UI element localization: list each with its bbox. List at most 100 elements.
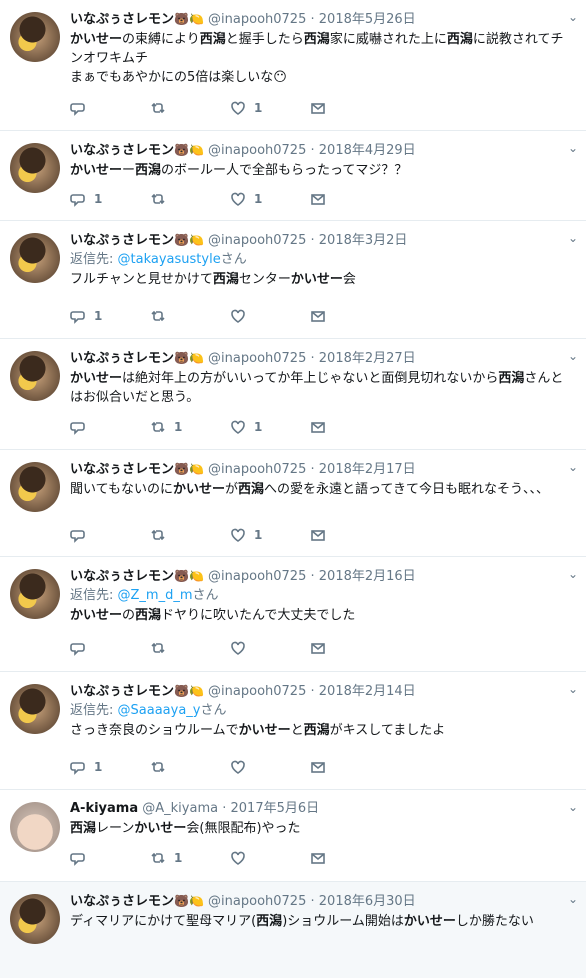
dm-button[interactable]: [310, 419, 390, 435]
display-name[interactable]: いなぷぅさレモン: [70, 894, 174, 909]
user-handle[interactable]: @A_kiyama: [142, 801, 218, 816]
tweet[interactable]: ⌄ いなぷぅさレモン🐻🍋 @inapooh0725 · 2018年2月27日 かいせ…: [0, 339, 586, 450]
user-handle[interactable]: @inapooh0725: [208, 351, 306, 366]
display-name[interactable]: いなぷぅさレモン: [70, 684, 174, 699]
tweet[interactable]: ⌄ いなぷぅさレモン🐻🍋 @inapooh0725 · 2018年2月16日 返信先…: [0, 557, 586, 672]
user-handle[interactable]: @inapooh0725: [208, 233, 306, 248]
user-handle[interactable]: @inapooh0725: [208, 143, 306, 158]
retweet-button[interactable]: [150, 759, 230, 775]
envelope-icon: [310, 527, 334, 543]
tweet-date[interactable]: 2018年5月26日: [319, 12, 416, 27]
retweet-button[interactable]: 1: [150, 419, 230, 435]
retweet-button[interactable]: [150, 640, 230, 656]
reply-button[interactable]: [70, 640, 150, 656]
tweet[interactable]: ⌄ いなぷぅさレモン🐻🍋 @inapooh0725 · 2018年2月14日 返信先…: [0, 672, 586, 790]
dm-button[interactable]: [310, 850, 390, 866]
tweet-date[interactable]: 2018年2月17日: [319, 462, 416, 477]
retweet-icon: [150, 640, 174, 656]
reply-icon: [70, 100, 94, 116]
reply-count: 1: [94, 309, 103, 323]
tweet-date[interactable]: 2018年3月2日: [319, 233, 408, 248]
reply-icon: [70, 640, 94, 656]
dm-button[interactable]: [310, 640, 390, 656]
tweet-date[interactable]: 2017年5月6日: [231, 801, 320, 816]
like-button[interactable]: [230, 308, 310, 324]
display-name[interactable]: いなぷぅさレモン: [70, 462, 174, 477]
reply-button[interactable]: 1: [70, 759, 150, 775]
tweet-header: A-kiyama @A_kiyama · 2017年5月6日: [70, 800, 576, 818]
reply-button[interactable]: [70, 100, 150, 116]
dm-button[interactable]: [310, 100, 390, 116]
highlighted-keyword: 西潟: [238, 482, 265, 497]
dm-button[interactable]: [310, 308, 390, 324]
avatar[interactable]: [10, 462, 60, 512]
display-name[interactable]: いなぷぅさレモン: [70, 569, 174, 584]
reply-to-label: 返信先:: [70, 588, 118, 603]
like-button[interactable]: [230, 640, 310, 656]
like-button[interactable]: [230, 850, 310, 866]
user-handle[interactable]: @inapooh0725: [208, 462, 306, 477]
dm-button[interactable]: [310, 527, 390, 543]
avatar[interactable]: [10, 802, 60, 852]
avatar[interactable]: [10, 894, 60, 944]
tweet-content: いなぷぅさレモン🐻🍋 @inapooh0725 · 2018年2月14日 返信先:…: [70, 682, 576, 740]
tweet-date[interactable]: 2018年4月29日: [319, 143, 416, 158]
like-button[interactable]: 1: [230, 527, 310, 543]
avatar[interactable]: [10, 233, 60, 283]
user-handle[interactable]: @inapooh0725: [208, 684, 306, 699]
tweet-actions: 1: [70, 849, 390, 867]
retweet-button[interactable]: 1: [150, 850, 230, 866]
retweet-button[interactable]: [150, 527, 230, 543]
tweet[interactable]: ⌄ いなぷぅさレモン🐻🍋 @inapooh0725 · 2018年3月2日 返信先:…: [0, 221, 586, 339]
name-emoji: 🐻🍋: [174, 12, 204, 26]
retweet-button[interactable]: [150, 308, 230, 324]
reply-to-user-link[interactable]: @Saaaaya_y: [118, 703, 201, 718]
tweet-text: フルチャンと見せかけて西潟センターかいせー会: [70, 270, 576, 289]
tweet-date[interactable]: 2018年2月16日: [319, 569, 416, 584]
tweet-text: かいせーは絶対年上の方がいいってか年上じゃないと面倒見切れないから西潟さんとはお…: [70, 369, 576, 407]
heart-icon: [230, 759, 254, 775]
like-button[interactable]: 1: [230, 100, 310, 116]
tweet[interactable]: ⌄ A-kiyama @A_kiyama · 2017年5月6日 西潟レーンかいせー…: [0, 790, 586, 882]
like-button[interactable]: [230, 759, 310, 775]
reply-button[interactable]: [70, 419, 150, 435]
tweet-date[interactable]: 2018年2月14日: [319, 684, 416, 699]
like-button[interactable]: 1: [230, 191, 310, 207]
reply-to-user-link[interactable]: @takayasustyle: [118, 252, 221, 267]
text-segment: がキスしてましたよ: [329, 723, 446, 738]
tweet[interactable]: ⌄ いなぷぅさレモン🐻🍋 @inapooh0725 · 2018年4月29日 かいせ…: [0, 131, 586, 221]
retweet-button[interactable]: [150, 100, 230, 116]
user-handle[interactable]: @inapooh0725: [208, 894, 306, 909]
tweet-date[interactable]: 2018年2月27日: [319, 351, 416, 366]
tweet[interactable]: ⌄ いなぷぅさレモン🐻🍋 @inapooh0725 · 2018年2月17日 聞いて…: [0, 450, 586, 557]
dm-button[interactable]: [310, 191, 390, 207]
reply-button[interactable]: 1: [70, 308, 150, 324]
display-name[interactable]: いなぷぅさレモン: [70, 143, 174, 158]
reply-button[interactable]: [70, 850, 150, 866]
avatar[interactable]: [10, 351, 60, 401]
display-name[interactable]: いなぷぅさレモン: [70, 12, 174, 27]
text-segment: の束縛により: [122, 32, 200, 47]
tweet-date[interactable]: 2018年6月30日: [319, 894, 416, 909]
display-name[interactable]: A-kiyama: [70, 801, 138, 816]
display-name[interactable]: いなぷぅさレモン: [70, 233, 174, 248]
reply-to-user-link[interactable]: @Z_m_d_m: [118, 588, 193, 603]
avatar[interactable]: [10, 143, 60, 193]
reply-button[interactable]: [70, 527, 150, 543]
user-handle[interactable]: @inapooh0725: [208, 569, 306, 584]
reply-button[interactable]: 1: [70, 191, 150, 207]
separator-dot: ·: [310, 351, 315, 366]
tweet[interactable]: ⌄ いなぷぅさレモン🐻🍋 @inapooh0725 · 2018年6月30日 ディマ…: [0, 882, 586, 978]
display-name[interactable]: いなぷぅさレモン: [70, 351, 174, 366]
tweet[interactable]: ⌄ いなぷぅさレモン🐻🍋 @inapooh0725 · 2018年5月26日 かいせ…: [0, 0, 586, 131]
tweet-content: いなぷぅさレモン🐻🍋 @inapooh0725 · 2018年2月17日 聞いても…: [70, 460, 576, 499]
like-button[interactable]: 1: [230, 419, 310, 435]
retweet-button[interactable]: [150, 191, 230, 207]
avatar[interactable]: [10, 684, 60, 734]
user-handle[interactable]: @inapooh0725: [208, 12, 306, 27]
avatar[interactable]: [10, 569, 60, 619]
highlighted-keyword: 西潟: [498, 371, 525, 386]
dm-button[interactable]: [310, 759, 390, 775]
avatar[interactable]: [10, 12, 60, 62]
tweet-content: いなぷぅさレモン🐻🍋 @inapooh0725 · 2018年2月16日 返信先:…: [70, 567, 576, 625]
